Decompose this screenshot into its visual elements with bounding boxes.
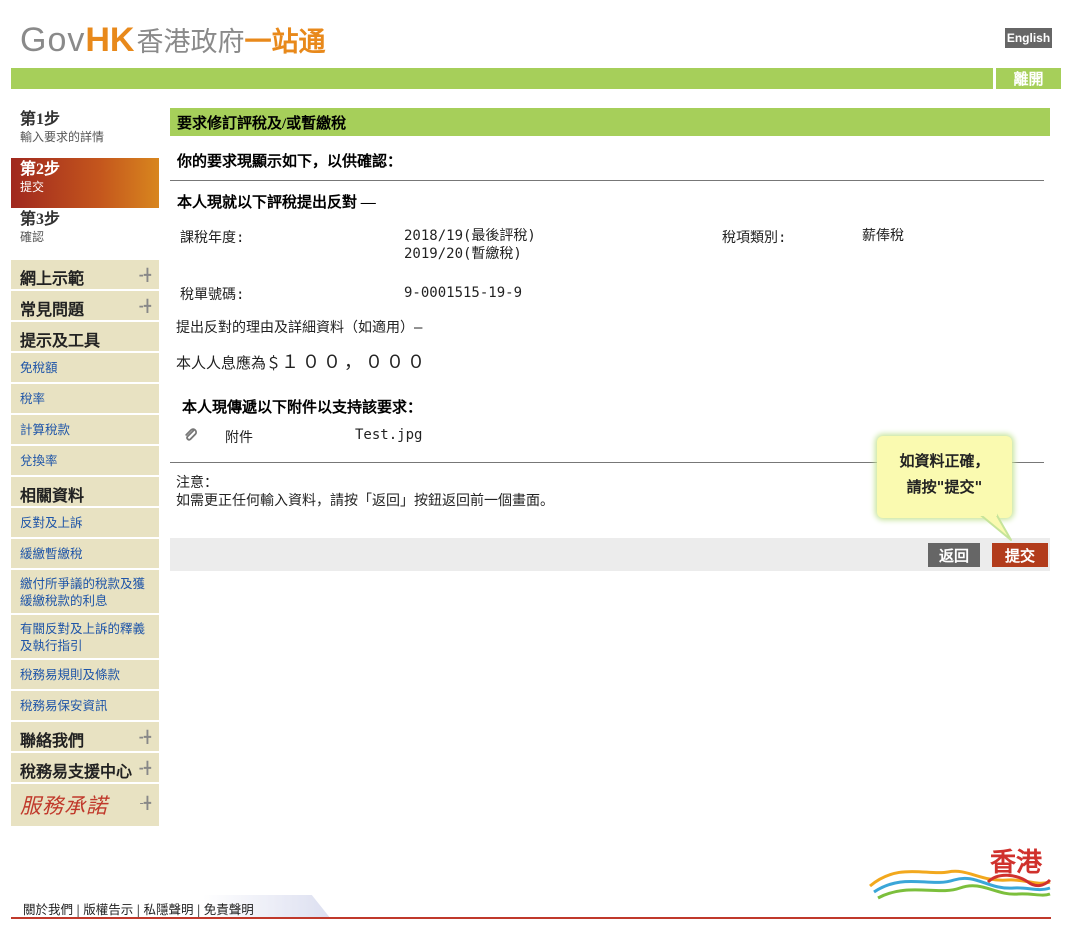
sidebar-item-pledge[interactable]: 服務承諾 -╋ bbox=[11, 784, 159, 826]
tooltip-line-1: 如資料正確， bbox=[899, 452, 990, 470]
year-value-2: 2019/20(暫繳稅) bbox=[404, 246, 522, 262]
attachment-heading: 本人現傳遞以下附件以支持該要求： bbox=[182, 400, 423, 416]
step-subtitle: 確認 bbox=[20, 230, 45, 244]
english-language-button[interactable]: English bbox=[1005, 28, 1052, 48]
attachment-label: 附件 bbox=[225, 430, 253, 446]
arrow-right-icon: -╋ bbox=[139, 796, 151, 810]
sidebar-heading-related-info: 相關資料 bbox=[11, 477, 159, 508]
tooltip-line-2: 請按"提交" bbox=[906, 478, 983, 496]
logo-gov-text: Gov bbox=[20, 21, 86, 59]
note-text: 如需更正任何輸入資料，請按「返回」按鈕返回前一個畫面。 bbox=[176, 493, 554, 509]
footer-separator: | bbox=[76, 902, 81, 917]
sidebar-item-rules[interactable]: 稅務易規則及條款 bbox=[11, 660, 159, 691]
note-label: 注意： bbox=[176, 475, 218, 491]
sidebar-heading-tips-tools: 提示及工具 bbox=[11, 322, 159, 353]
sidebar-item-demo[interactable]: 網上示範 -╋ bbox=[11, 260, 159, 291]
step-subtitle: 輸入要求的詳情 bbox=[20, 130, 105, 144]
step-2-current: 第2步 提交 bbox=[11, 158, 159, 208]
performance-pledge-logo: 服務承諾 bbox=[20, 794, 108, 818]
reason-amount: １００，０００ bbox=[281, 352, 429, 373]
arrow-right-icon: -╋ bbox=[138, 299, 151, 313]
step-title: 第1步 bbox=[20, 111, 61, 128]
sidebar-item-calc-tax[interactable]: 計算稅款 bbox=[11, 415, 159, 446]
govhk-logo[interactable]: Gov HK 香港政府 一站通 bbox=[20, 20, 325, 60]
logo-hk-text: HK bbox=[85, 21, 135, 59]
submit-button[interactable]: 提交 bbox=[992, 543, 1048, 567]
year-value-1: 2018/19(最後評稅) bbox=[404, 228, 536, 244]
top-green-bar bbox=[11, 68, 1061, 89]
sidebar: 第1步 輸入要求的詳情 第2步 提交 第3步 確認 網上示範 -╋ 常見問題 -… bbox=[11, 108, 159, 826]
sidebar-item-label: 聯絡我們 bbox=[20, 733, 85, 750]
sidebar-item-faq[interactable]: 常見問題 -╋ bbox=[11, 291, 159, 322]
tooltip-pointer bbox=[975, 512, 1012, 541]
page-title: 要求修訂評稅及/或暫繳稅 bbox=[170, 108, 1050, 136]
footer-link-disclaimer[interactable]: 免責聲明 bbox=[204, 902, 254, 917]
footer-link-copyright[interactable]: 版權告示 bbox=[83, 902, 133, 917]
step-subtitle: 提交 bbox=[20, 180, 45, 194]
sidebar-item-allowances[interactable]: 免稅額 bbox=[11, 353, 159, 384]
attachment-file-link[interactable]: Test.jpg bbox=[355, 427, 422, 443]
objection-heading: 本人現就以下評稅提出反對 — bbox=[177, 195, 376, 211]
confirm-tooltip: 如資料正確， 請按"提交" bbox=[877, 436, 1012, 518]
sidebar-item-label: 網上示範 bbox=[20, 271, 85, 288]
footer-link-about[interactable]: 關於我們 bbox=[23, 902, 73, 917]
reason-label: 提出反對的理由及詳細資料（如適用）— bbox=[176, 320, 423, 336]
confirm-heading: 你的要求現顯示如下，以供確認： bbox=[177, 154, 403, 170]
step-1: 第1步 輸入要求的詳情 bbox=[11, 108, 159, 158]
action-bar: 返回 提交 bbox=[170, 538, 1050, 571]
sidebar-item-tax-rates[interactable]: 稅率 bbox=[11, 384, 159, 415]
step-3: 第3步 確認 bbox=[11, 208, 159, 260]
logout-button[interactable]: 離開 bbox=[996, 68, 1061, 89]
footer-separator: | bbox=[196, 902, 201, 917]
sidebar-heading-label: 相關資料 bbox=[20, 488, 85, 505]
paperclip-icon bbox=[185, 428, 197, 441]
sidebar-item-dispute-tax[interactable]: 繳付所爭議的稅款及獲緩繳稅款的利息 bbox=[11, 570, 159, 615]
arrow-right-icon: -╋ bbox=[138, 730, 151, 744]
sidebar-item-contact-us[interactable]: 聯絡我們 -╋ bbox=[11, 722, 159, 753]
tax-type-value: 薪俸稅 bbox=[862, 228, 904, 244]
assessment-no-value: 9-0001515-19-9 bbox=[404, 285, 523, 301]
footer-links: 關於我們 | 版權告示 | 私隱聲明 | 免責聲明 bbox=[11, 895, 331, 919]
tax-type-label: 稅項類別: bbox=[722, 230, 787, 246]
footer-separator: | bbox=[136, 902, 141, 917]
logo-cn-text: 香港政府 bbox=[136, 27, 245, 58]
sidebar-item-label: 稅務易支援中心 bbox=[20, 764, 133, 781]
assessment-no-label: 稅單號碼: bbox=[180, 287, 245, 303]
sidebar-item-label: 常見問題 bbox=[20, 302, 85, 319]
arrow-right-icon: -╋ bbox=[138, 268, 151, 282]
footer-rule bbox=[11, 917, 1051, 919]
year-label: 課稅年度: bbox=[180, 230, 245, 246]
reason-text: 本人人息應為＄１００，０００ bbox=[176, 348, 428, 374]
reason-prefix: 本人人息應為＄ bbox=[176, 354, 282, 372]
brand-hk-text: 香港 bbox=[990, 848, 1043, 878]
sidebar-item-security[interactable]: 稅務易保安資訊 bbox=[11, 691, 159, 722]
step-title: 第3步 bbox=[20, 211, 61, 228]
logo-cn-highlight-text: 一站通 bbox=[244, 27, 326, 58]
arrow-right-icon: -╋ bbox=[138, 761, 151, 775]
sidebar-item-dipn[interactable]: 有關反對及上訴的釋義及執行指引 bbox=[11, 615, 159, 660]
footer-link-privacy[interactable]: 私隱聲明 bbox=[143, 902, 193, 917]
sidebar-item-support-centre[interactable]: 稅務易支援中心 -╋ bbox=[11, 753, 159, 784]
sidebar-item-exchange-rate[interactable]: 兌換率 bbox=[11, 446, 159, 477]
sidebar-item-holdover[interactable]: 緩繳暫繳稅 bbox=[11, 539, 159, 570]
back-button[interactable]: 返回 bbox=[928, 543, 980, 567]
sidebar-item-objection-appeal[interactable]: 反對及上訴 bbox=[11, 508, 159, 539]
sidebar-heading-label: 提示及工具 bbox=[20, 333, 101, 350]
divider bbox=[170, 180, 1044, 181]
step-title: 第2步 bbox=[20, 161, 61, 178]
